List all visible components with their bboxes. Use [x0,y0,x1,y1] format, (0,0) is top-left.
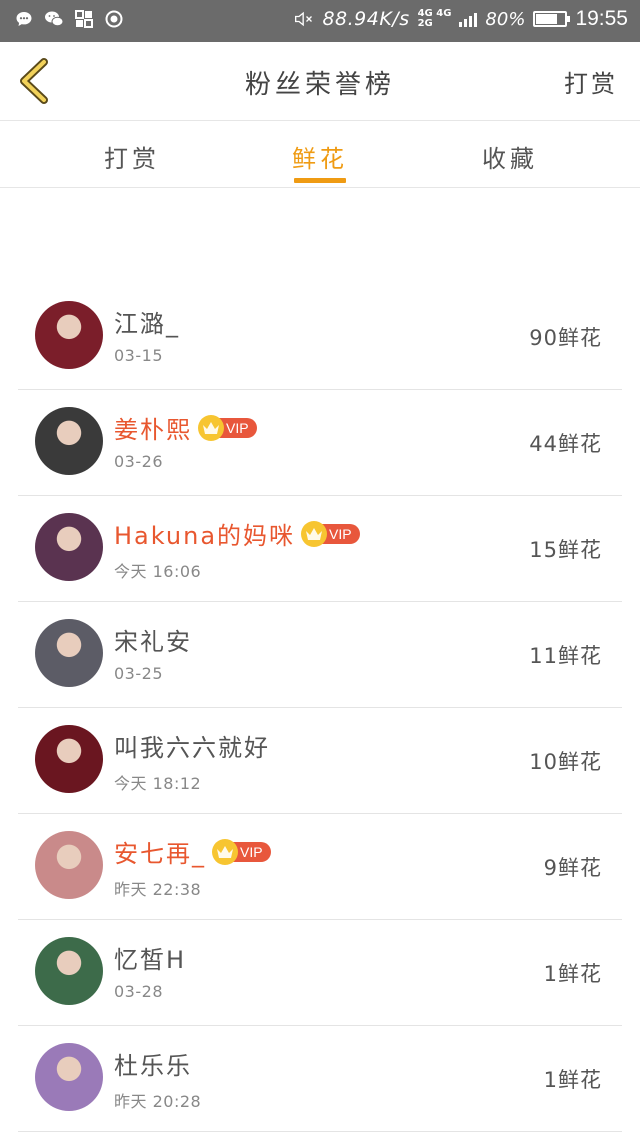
avatar[interactable] [35,301,103,369]
tab-reward[interactable]: 打赏 [72,139,192,174]
flower-amount: 90鲜花 [529,326,602,350]
fan-name-line: 杜乐乐 [114,1046,192,1081]
fan-name-line: 安七再_ VIP [114,834,271,869]
flower-amount: 1鲜花 [543,1068,602,1092]
avatar[interactable] [35,725,103,793]
fan-date: 今天 18:12 [114,774,202,793]
network-type-bottom: 2G [417,18,433,29]
page-title: 粉丝荣誉榜 [244,70,395,100]
record-icon [104,9,124,29]
fan-name-line: 忆皙H [114,940,186,975]
fan-name: 宋礼安 [114,628,192,656]
avatar[interactable] [35,513,103,581]
vip-badge: VIP [212,838,271,865]
fan-row[interactable]: 宋礼安 03-25 11鲜花 [18,602,622,708]
flower-amount: 44鲜花 [529,432,602,456]
fan-name-line: Hakuna的妈咪 VIP [114,516,360,551]
fan-row[interactable]: 江潞_ 03-15 90鲜花 [18,284,622,390]
battery-percent: 80% [485,8,526,30]
battery-icon [533,11,571,27]
fan-row[interactable]: 忆皙H 03-28 1鲜花 [18,920,622,1026]
fan-row[interactable]: Hakuna的妈咪 VIP 今天 16:06 15鲜花 [18,496,622,602]
fan-name: 杜乐乐 [114,1052,192,1080]
fan-date: 今天 16:06 [114,562,202,581]
fan-name: 江潞_ [114,310,180,338]
crown-icon [212,838,238,865]
flower-amount: 15鲜花 [529,538,602,562]
fan-date: 03-26 [114,452,163,471]
fan-name: 忆皙H [114,946,187,974]
avatar[interactable] [35,831,103,899]
status-bar-right: 88.94K/s 4G 4G 2G 80% 19:55 [294,7,628,31]
fan-name-line: 姜朴熙 VIP [114,410,257,445]
active-tab-indicator [294,178,346,183]
fan-row[interactable]: 杜乐乐昨天 20:28 1鲜花 [18,1026,622,1132]
tab-flowers[interactable]: 鲜花 [260,139,380,174]
avatar[interactable] [35,407,103,475]
flower-amount: 9鲜花 [543,856,602,880]
fan-name: 姜朴熙 [114,416,192,444]
app-grid-icon [74,9,94,29]
fan-name: 叫我六六就好 [114,734,270,762]
avatar[interactable] [35,937,103,1005]
tab-favorites[interactable]: 收藏 [450,139,570,174]
status-bar-left [14,9,124,29]
avatar[interactable] [35,619,103,687]
flower-amount: 1鲜花 [543,962,602,986]
fan-date: 昨天 22:38 [114,880,202,899]
tab-bar: 打赏 鲜花 收藏 [0,121,640,188]
network-speed: 88.94K/s [322,8,410,30]
crown-icon [301,520,328,547]
network-type: 4G 4G 2G [418,9,452,29]
reward-button[interactable]: 打赏 [564,64,618,99]
fan-row[interactable]: 安七再_ VIP 昨天 22:38 9鲜花 [18,814,622,920]
fan-list: 江潞_ 03-15 90鲜花 姜朴熙 VIP 03-26 44鲜花 Hakuna的妈咪 VIP 今… [18,284,622,1132]
flower-amount: 10鲜花 [529,750,602,774]
mute-icon [294,9,314,29]
signal-icon [459,11,478,27]
battery-fill [536,14,558,24]
fan-date: 03-15 [114,346,163,365]
status-bar: 88.94K/s 4G 4G 2G 80% 19:55 [0,0,640,42]
fan-name: 安七再_ [114,840,206,868]
fan-date: 昨天 20:28 [114,1092,202,1111]
vip-badge: VIP [301,520,360,547]
chat-bubble-icon [14,9,34,29]
fan-name: Hakuna的妈咪 [114,522,296,550]
crown-icon [198,414,224,441]
fan-date: 03-28 [114,982,163,1001]
fan-row[interactable]: 叫我六六就好今天 18:12 10鲜花 [18,708,622,814]
fan-date: 03-25 [114,664,163,683]
flower-amount: 11鲜花 [529,644,602,668]
fan-row[interactable]: 姜朴熙 VIP 03-26 44鲜花 [18,390,622,496]
header: 粉丝荣誉榜 打赏 [0,42,640,121]
vip-badge: VIP [198,414,257,441]
fan-name-line: 叫我六六就好 [114,728,270,763]
fan-name-line: 江潞_ [114,304,180,339]
avatar[interactable] [35,1043,103,1111]
clock: 19:55 [575,7,628,30]
fan-name-line: 宋礼安 [114,622,192,657]
wechat-icon [44,9,64,29]
